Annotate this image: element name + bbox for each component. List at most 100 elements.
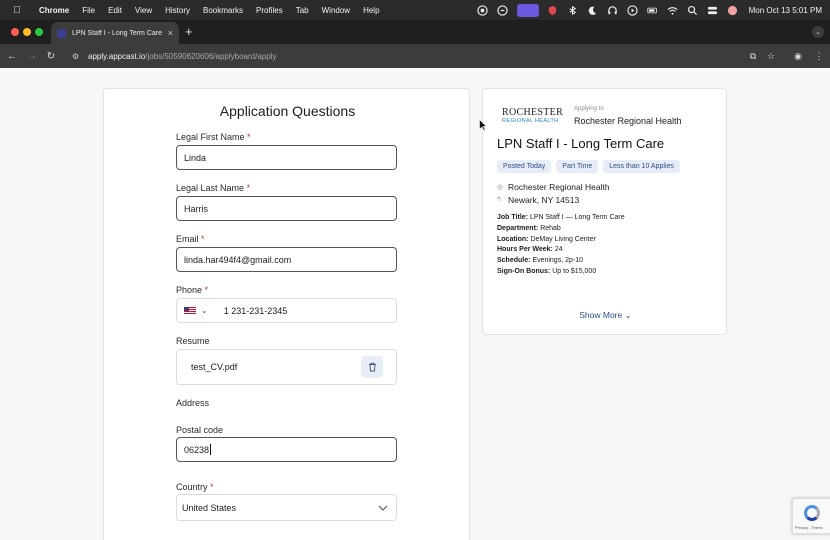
job-summary-card: ROCHESTER REGIONAL HEALTH Applying to Ro… xyxy=(482,88,727,335)
postal-code-field[interactable]: 06238 xyxy=(176,437,397,462)
required-marker: * xyxy=(204,285,209,295)
postal-code-value: 06238 xyxy=(184,444,210,455)
menu-clock[interactable]: Mon Oct 13 5:01 PM xyxy=(749,6,822,15)
tab-close-icon[interactable]: × xyxy=(168,28,173,38)
battery-icon[interactable] xyxy=(647,4,659,16)
menu-window[interactable]: Window xyxy=(322,6,350,15)
menu-history[interactable]: History xyxy=(165,6,190,15)
show-more-button[interactable]: Show More ⌄ xyxy=(483,310,728,321)
email-field[interactable]: linda.har494f4@gmail.com xyxy=(176,247,397,272)
chevron-down-icon: ⌄ xyxy=(624,310,632,320)
job-tags: Posted Today Part Time Less than 10 Appl… xyxy=(497,160,680,173)
tab-favicon-icon xyxy=(57,28,66,38)
last-name-field[interactable]: Harris xyxy=(176,196,397,221)
recaptcha-icon xyxy=(804,505,820,521)
new-tab-plus-icon[interactable]: + xyxy=(185,25,193,39)
zoom-window-button[interactable] xyxy=(35,28,43,36)
close-window-button[interactable] xyxy=(11,28,19,36)
more-menu-icon[interactable]: ⋮ xyxy=(812,49,826,63)
menu-bar:  Chrome File Edit View History Bookmark… xyxy=(0,0,830,20)
building-icon: ◎ xyxy=(497,184,504,191)
resume-filename: test_CV.pdf xyxy=(191,362,238,372)
shield-icon[interactable] xyxy=(547,4,559,16)
screen-share-icon[interactable] xyxy=(516,3,539,17)
phone-field[interactable]: ⌄ 1 231-231-2345 xyxy=(176,298,397,323)
bluetooth-icon[interactable] xyxy=(567,4,579,16)
headphones-icon[interactable] xyxy=(607,4,619,16)
menu-help[interactable]: Help xyxy=(363,6,379,15)
application-form-card: Application Questions Legal First Name *… xyxy=(103,88,470,540)
last-name-value: Harris xyxy=(184,203,208,214)
menu-edit[interactable]: Edit xyxy=(108,6,122,15)
control-center-icon[interactable] xyxy=(707,4,719,16)
employer-logo: ROCHESTER REGIONAL HEALTH xyxy=(502,107,564,125)
company-row: ◎ Rochester Regional Health xyxy=(497,182,610,192)
page-content: Application Questions Legal First Name *… xyxy=(0,68,830,540)
tab-title: LPN Staff I - Long Term Care xyxy=(72,29,163,37)
postal-code-label: Postal code xyxy=(176,425,224,435)
browser-tab-active[interactable]: LPN Staff I - Long Term Care × xyxy=(51,22,179,44)
phone-value: 1 231-231-2345 xyxy=(223,305,288,316)
country-value: United States xyxy=(182,502,237,513)
tab-search-chevron-icon[interactable]: ⌄ xyxy=(812,26,824,38)
recaptcha-badge[interactable]: Privacy - Terms xyxy=(792,498,830,534)
email-label: Email * xyxy=(176,234,205,244)
detail-row: Hours Per Week: 24 xyxy=(497,246,563,254)
menu-view[interactable]: View xyxy=(135,6,152,15)
profile-icon[interactable]: ◉ xyxy=(791,49,805,63)
minimize-window-button[interactable] xyxy=(23,28,31,36)
site-settings-icon[interactable]: ⚙ xyxy=(72,52,82,61)
play-icon[interactable] xyxy=(627,4,639,16)
employer-name: Rochester Regional Health xyxy=(574,116,682,126)
address-bar[interactable]: ⚙ apply.appcast.io/jobs/50590620606/appl… xyxy=(66,47,786,65)
wifi-icon[interactable] xyxy=(667,4,679,16)
required-marker: * xyxy=(201,234,205,244)
detail-row: Department: Rehab xyxy=(497,224,561,232)
text-caret xyxy=(210,444,212,455)
moon-icon[interactable] xyxy=(587,4,599,16)
browser-toolbar: ← → ↻ ⚙ apply.appcast.io/jobs/5059062060… xyxy=(0,44,830,68)
detail-row: Sign-On Bonus: Up to $15,000 xyxy=(497,267,597,275)
vpn-icon[interactable] xyxy=(497,4,509,16)
install-app-icon[interactable]: ⧉ xyxy=(746,49,760,63)
tag-posted-today: Posted Today xyxy=(497,160,552,173)
avatar-icon[interactable] xyxy=(727,4,739,16)
tag-part-time: Part Time xyxy=(556,160,599,173)
url-path: /jobs/50590620606/applyboard/apply xyxy=(145,51,277,61)
search-icon[interactable] xyxy=(687,4,699,16)
form-title: Application Questions xyxy=(219,103,356,119)
country-code-chevron-icon[interactable]: ⌄ xyxy=(201,306,208,315)
location-row: ⌾ Newark, NY 14513 xyxy=(497,195,579,205)
required-marker: * xyxy=(246,183,251,193)
applying-to-label: Applying to xyxy=(574,106,604,112)
detail-row: Location: DeMay Living Center xyxy=(497,235,596,243)
address-section-label: Address xyxy=(176,398,210,408)
first-name-field[interactable]: Linda xyxy=(176,145,397,170)
location-pin-icon: ⌾ xyxy=(497,196,502,203)
menu-file[interactable]: File xyxy=(82,6,95,15)
mouse-cursor-icon xyxy=(479,119,487,131)
record-icon[interactable] xyxy=(477,4,489,16)
phone-label: Phone * xyxy=(176,285,209,295)
detail-row: Job Title: LPN Staff I — Long Term Care xyxy=(497,214,625,221)
recaptcha-text[interactable]: Privacy - Terms xyxy=(795,525,822,530)
job-details: Job Title: LPN Staff I — Long Term Care … xyxy=(497,213,625,278)
menu-app-chrome[interactable]: Chrome xyxy=(39,6,69,15)
reload-icon[interactable]: ↻ xyxy=(44,49,58,63)
country-select[interactable]: United States xyxy=(176,494,397,521)
back-arrow-icon[interactable]: ← xyxy=(5,49,19,63)
menu-profiles[interactable]: Profiles xyxy=(256,6,283,15)
forward-arrow-icon[interactable]: → xyxy=(25,49,39,63)
tab-strip: LPN Staff I - Long Term Care × + ⌄ xyxy=(0,20,830,44)
apple-icon[interactable]:  xyxy=(10,5,24,16)
last-name-label: Legal Last Name * xyxy=(176,183,251,193)
trash-icon xyxy=(368,362,376,372)
menu-bookmarks[interactable]: Bookmarks xyxy=(203,6,243,15)
menu-tab[interactable]: Tab xyxy=(296,6,309,15)
us-flag-icon[interactable] xyxy=(184,306,196,315)
chevron-down-icon xyxy=(378,503,388,513)
bookmark-star-icon[interactable]: ☆ xyxy=(764,49,778,63)
country-label: Country * xyxy=(176,482,214,492)
job-title: LPN Staff I - Long Term Care xyxy=(497,136,665,151)
delete-resume-button[interactable] xyxy=(361,356,383,378)
